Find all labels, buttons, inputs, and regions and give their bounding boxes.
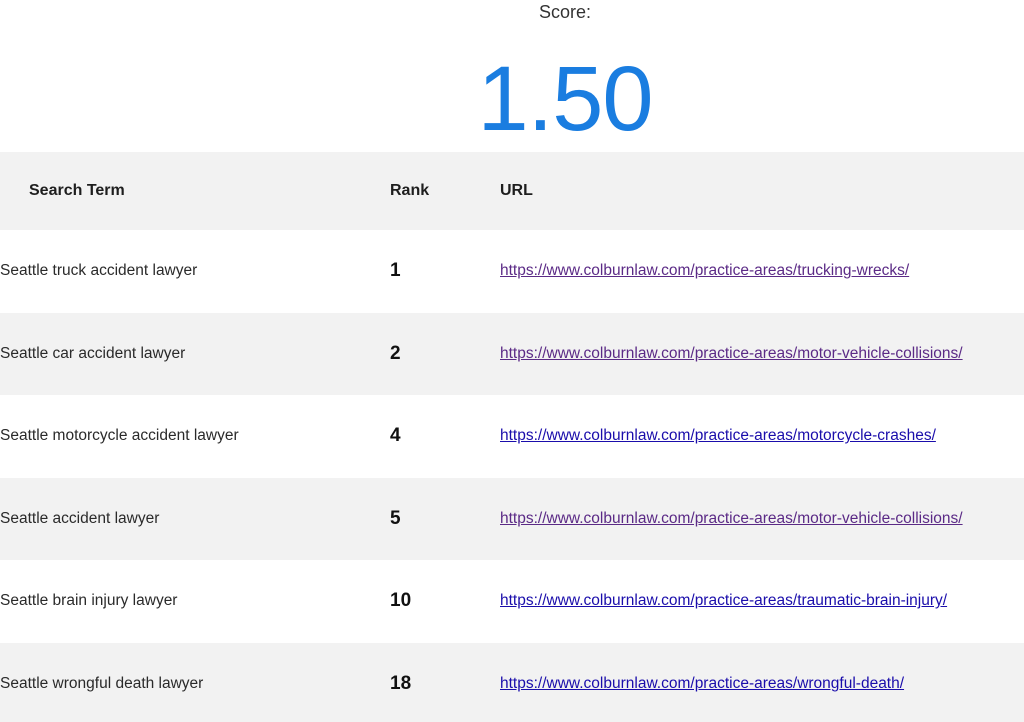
url-cell: https://www.colburnlaw.com/practice-area… (500, 395, 1024, 478)
search-term-cell: Seattle brain injury lawyer (0, 592, 178, 610)
column-header-rank: Rank (390, 182, 430, 199)
table-row: Seattle car accident lawyer 2 https://ww… (0, 312, 1024, 396)
table-header-row: Search Term Rank URL (0, 152, 1024, 230)
table-row: Seattle truck accident lawyer 1 https://… (0, 230, 1024, 313)
column-header-url: URL (500, 182, 533, 199)
search-term-cell: Seattle accident lawyer (0, 509, 160, 527)
ranking-table: Search Term Rank URL Seattle truck accid… (0, 152, 1024, 722)
url-cell: https://www.colburnlaw.com/practice-area… (500, 313, 1024, 396)
table-row: Seattle motorcycle accident lawyer 4 htt… (0, 395, 1024, 478)
rank-cell: 4 (390, 425, 401, 447)
table-header: Search Term Rank URL (0, 152, 1024, 230)
search-term-cell: Seattle truck accident lawyer (0, 262, 198, 280)
url-cell: https://www.colburnlaw.com/practice-area… (500, 478, 1024, 561)
rank-cell: 10 (390, 590, 412, 612)
search-term-cell: Seattle wrongful death lawyer (0, 674, 204, 692)
search-term-cell: Seattle car accident lawyer (0, 344, 186, 362)
table-row: Seattle wrongful death lawyer 18 https:/… (0, 642, 1024, 722)
result-url-link[interactable]: https://www.colburnlaw.com/practice-area… (500, 262, 909, 279)
rank-cell: 2 (390, 342, 401, 364)
url-cell: https://www.colburnlaw.com/practice-area… (500, 230, 1024, 313)
score-label: Score: (538, 2, 592, 22)
table-row: Seattle brain injury lawyer 10 https://w… (0, 560, 1024, 643)
search-term-cell: Seattle motorcycle accident lawyer (0, 427, 239, 445)
rank-cell: 5 (390, 507, 401, 529)
page: Score: 1.50 Search Term Rank URL Seattle… (0, 0, 1024, 722)
score-block: Score: 1.50 (0, 0, 1024, 152)
result-url-link[interactable]: https://www.colburnlaw.com/practice-area… (500, 675, 904, 692)
table-row: Seattle accident lawyer 5 https://www.co… (0, 477, 1024, 561)
score-value: 1.50 (477, 48, 653, 150)
table-body: Seattle truck accident lawyer 1 https://… (0, 230, 1024, 722)
url-cell: https://www.colburnlaw.com/practice-area… (500, 560, 1024, 643)
column-header-search-term: Search Term (29, 182, 125, 199)
result-url-link[interactable]: https://www.colburnlaw.com/practice-area… (500, 510, 963, 527)
result-url-link[interactable]: https://www.colburnlaw.com/practice-area… (500, 427, 936, 444)
url-cell: https://www.colburnlaw.com/practice-area… (500, 643, 1024, 722)
result-url-link[interactable]: https://www.colburnlaw.com/practice-area… (500, 592, 947, 609)
rank-cell: 18 (390, 672, 412, 694)
result-url-link[interactable]: https://www.colburnlaw.com/practice-area… (500, 345, 963, 362)
rank-cell: 1 (390, 260, 401, 282)
